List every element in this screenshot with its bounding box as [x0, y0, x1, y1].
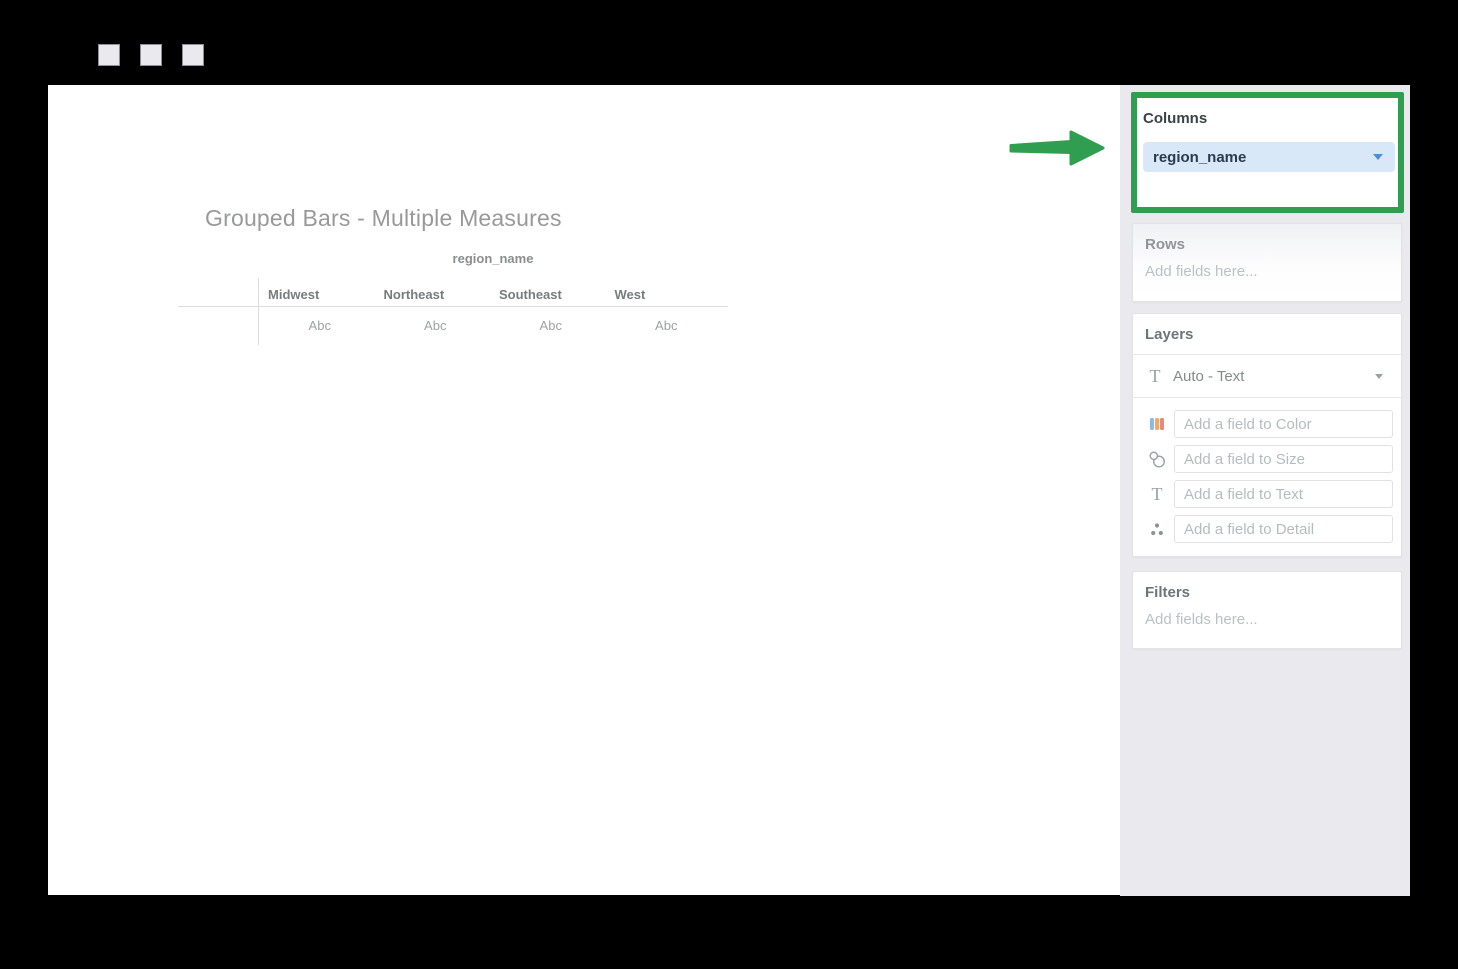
table-header-divider — [178, 306, 728, 307]
detail-field-row — [1147, 515, 1393, 543]
size-field-row — [1147, 445, 1393, 473]
app-window: Grouped Bars - Multiple Measures region_… — [0, 0, 1458, 969]
columns-section-title: Columns — [1143, 110, 1398, 127]
visualization-canvas: Grouped Bars - Multiple Measures region_… — [48, 85, 1120, 895]
table-cell: Abc — [262, 318, 378, 333]
text-layer-icon: T — [1145, 366, 1165, 387]
table-header-row: Midwest Northeast Southeast West — [262, 287, 724, 302]
color-bars-icon — [1147, 417, 1167, 431]
column-header: Northeast — [378, 287, 494, 302]
layers-section: Layers T Auto - Text T — [1132, 313, 1402, 557]
size-circles-icon — [1147, 450, 1167, 468]
column-header: West — [609, 287, 725, 302]
columns-section-highlight-box: Columns region_name — [1131, 92, 1404, 213]
rows-section-title: Rows — [1133, 224, 1401, 253]
add-field-to-color-input[interactable] — [1174, 410, 1393, 438]
text-icon: T — [1147, 484, 1167, 505]
column-header: Southeast — [493, 287, 609, 302]
add-field-to-text-input[interactable] — [1174, 480, 1393, 508]
layer-drop-fields: T — [1133, 398, 1401, 543]
layers-section-title: Layers — [1133, 314, 1401, 343]
window-controls — [98, 44, 204, 66]
add-field-to-size-input[interactable] — [1174, 445, 1393, 473]
chart-title: Grouped Bars - Multiple Measures — [205, 205, 562, 232]
table-row: Abc Abc Abc Abc — [262, 318, 724, 333]
column-field-pill[interactable]: region_name — [1143, 142, 1395, 172]
add-field-to-detail-input[interactable] — [1174, 515, 1393, 543]
color-field-row — [1147, 410, 1393, 438]
filters-dropzone-placeholder: Add fields here... — [1133, 601, 1401, 628]
pivot-field-label: region_name — [262, 251, 724, 266]
annotation-arrow-icon — [1008, 128, 1106, 173]
chevron-down-icon[interactable] — [1373, 154, 1383, 160]
table-vertical-divider — [258, 278, 259, 345]
table-cell: Abc — [378, 318, 494, 333]
rows-dropzone-placeholder: Add fields here... — [1133, 253, 1401, 280]
detail-dots-icon — [1147, 521, 1167, 537]
layer-type-label: Auto - Text — [1173, 368, 1244, 385]
table-cell: Abc — [609, 318, 725, 333]
column-header: Midwest — [262, 287, 378, 302]
window-button[interactable] — [98, 44, 120, 66]
layer-type-dropdown[interactable]: T Auto - Text — [1133, 355, 1401, 398]
window-button[interactable] — [140, 44, 162, 66]
table-cell: Abc — [493, 318, 609, 333]
rows-section[interactable]: Rows Add fields here... — [1132, 223, 1402, 302]
window-button[interactable] — [182, 44, 204, 66]
chevron-down-icon[interactable] — [1375, 374, 1383, 379]
column-field-label: region_name — [1153, 149, 1246, 166]
text-field-row: T — [1147, 480, 1393, 508]
filters-section[interactable]: Filters Add fields here... — [1132, 571, 1402, 649]
filters-section-title: Filters — [1133, 572, 1401, 601]
